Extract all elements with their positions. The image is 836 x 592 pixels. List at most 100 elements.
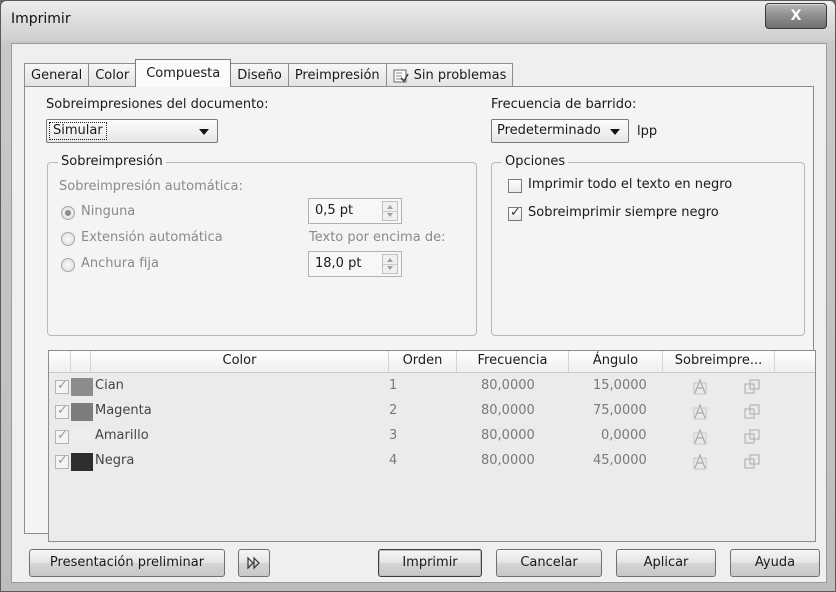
- preview-button[interactable]: Presentación preliminar: [29, 549, 225, 577]
- color-frequency: 80,0000: [481, 428, 535, 443]
- row-checkbox[interactable]: [55, 403, 69, 419]
- screen-frequency-unit: lpp: [637, 124, 658, 139]
- color-angle: 45,0000: [593, 453, 647, 468]
- color-swatch: [71, 428, 93, 446]
- radio-extension-automatica[interactable]: [61, 232, 75, 246]
- header-check-col: [49, 351, 71, 373]
- document-overprints-label: Sobreimpresiones del documento:: [46, 97, 269, 112]
- color-order: 2: [389, 403, 398, 418]
- apply-button[interactable]: Aplicar: [616, 549, 716, 577]
- screen-frequency-label: Frecuencia de barrido:: [491, 97, 637, 112]
- preview-button-label: Presentación preliminar: [49, 555, 205, 570]
- overprint-group-title: Sobreimpresión: [58, 154, 166, 169]
- tab-label: Preimpresión: [294, 67, 380, 83]
- tab-diseno[interactable]: Diseño: [230, 63, 289, 87]
- color-frequency: 80,0000: [481, 378, 535, 393]
- print-dialog: Imprimir X General Color Compuesta Diseñ…: [0, 0, 836, 592]
- close-button[interactable]: X: [765, 3, 827, 29]
- tab-label: Color: [95, 67, 130, 83]
- print-button-label: Imprimir: [402, 555, 458, 570]
- tab-label: Compuesta: [146, 65, 221, 81]
- color-angle: 0,0000: [601, 428, 647, 443]
- cancel-button-label: Cancelar: [520, 555, 578, 570]
- color-order: 4: [389, 453, 398, 468]
- spinner-arrows-icon[interactable]: [382, 201, 398, 221]
- document-overprints-value: Simular: [49, 122, 107, 140]
- print-all-text-black-checkbox[interactable]: [508, 179, 522, 193]
- color-frequency: 80,0000: [481, 403, 535, 418]
- row-checkbox[interactable]: [55, 378, 69, 394]
- cancel-button[interactable]: Cancelar: [496, 549, 602, 577]
- apply-button-label: Aplicar: [643, 555, 689, 570]
- overprint-outline-icon[interactable]: [743, 453, 761, 471]
- table-row[interactable]: Amarillo 3 80,0000 0,0000: [49, 425, 815, 450]
- help-button-label: Ayuda: [754, 555, 796, 570]
- header-frequency[interactable]: Frecuencia: [457, 351, 569, 373]
- table-row[interactable]: Magenta 2 80,0000 75,0000: [49, 400, 815, 425]
- color-table: Color Orden Frecuencia Ángulo Sobreimpre…: [48, 350, 816, 542]
- color-frequency: 80,0000: [481, 453, 535, 468]
- double-chevron-right-icon: [247, 556, 260, 570]
- row-checkbox[interactable]: [55, 453, 69, 469]
- auto-overprint-label: Sobreimpresión automática:: [59, 179, 243, 194]
- color-name: Amarillo: [95, 428, 149, 443]
- dialog-body: General Color Compuesta Diseño Preimpres…: [11, 43, 827, 583]
- header-order[interactable]: Orden: [389, 351, 457, 373]
- overprint-outline-icon[interactable]: [743, 403, 761, 421]
- color-swatch: [71, 378, 93, 396]
- width-spinner[interactable]: 0,5 pt: [308, 198, 402, 224]
- always-overprint-black-label: Sobreimprimir siempre negro: [528, 205, 719, 220]
- text-above-label: Texto por encima de:: [309, 230, 446, 245]
- screen-frequency-value: Predeterminado: [497, 123, 601, 138]
- tab-label: General: [31, 67, 83, 83]
- header-angle[interactable]: Ángulo: [569, 351, 663, 373]
- spinner-arrows-icon[interactable]: [382, 254, 398, 274]
- table-row[interactable]: Negra 4 80,0000 45,0000: [49, 450, 815, 475]
- tab-color[interactable]: Color: [88, 63, 137, 87]
- color-angle: 15,0000: [593, 378, 647, 393]
- text-above-spinner[interactable]: 18,0 pt: [308, 251, 402, 277]
- radio-anchura-label: Anchura fija: [81, 256, 159, 271]
- overprint-outline-icon[interactable]: [743, 378, 761, 396]
- document-overprints-select[interactable]: Simular: [46, 119, 218, 143]
- table-row[interactable]: Cian 1 80,0000 15,0000: [49, 375, 815, 400]
- preview-expand-button[interactable]: [238, 549, 270, 577]
- color-name: Magenta: [95, 403, 152, 418]
- checklist-icon: [393, 69, 409, 82]
- radio-ninguna[interactable]: [61, 206, 75, 220]
- tab-strip: General Color Compuesta Diseño Preimpres…: [24, 59, 514, 87]
- chevron-down-icon: [199, 129, 209, 135]
- color-order: 3: [389, 428, 398, 443]
- tab-compuesta[interactable]: Compuesta: [135, 59, 232, 87]
- chevron-down-icon: [610, 129, 620, 135]
- header-swatch-col: [71, 351, 91, 373]
- tab-general[interactable]: General: [24, 63, 90, 87]
- overprint-fill-icon[interactable]: [691, 428, 709, 446]
- tab-preimpresion[interactable]: Preimpresión: [287, 63, 387, 87]
- overprint-fill-icon[interactable]: [691, 403, 709, 421]
- title-bar: Imprimir X: [1, 1, 835, 41]
- options-group-title: Opciones: [502, 154, 569, 169]
- always-overprint-black-checkbox[interactable]: [508, 205, 522, 221]
- help-button[interactable]: Ayuda: [730, 549, 820, 577]
- radio-ninguna-label: Ninguna: [81, 204, 136, 219]
- overprint-fill-icon[interactable]: [691, 453, 709, 471]
- overprint-fill-icon[interactable]: [691, 378, 709, 396]
- color-name: Negra: [95, 453, 135, 468]
- screen-frequency-select[interactable]: Predeterminado: [491, 119, 629, 143]
- table-header: Color Orden Frecuencia Ángulo Sobreimpre…: [49, 351, 815, 373]
- color-swatch: [71, 453, 93, 471]
- text-above-spinner-value: 18,0 pt: [315, 256, 362, 271]
- radio-extension-label: Extensión automática: [81, 230, 223, 245]
- row-checkbox[interactable]: [55, 428, 69, 444]
- close-icon: X: [790, 8, 802, 24]
- tab-label: Diseño: [237, 67, 282, 83]
- tab-sin-problemas[interactable]: Sin problemas: [385, 63, 514, 87]
- color-name: Cian: [95, 378, 124, 393]
- color-order: 1: [389, 378, 398, 393]
- header-overprint[interactable]: Sobreimpre...: [663, 351, 775, 373]
- header-color[interactable]: Color: [91, 351, 389, 373]
- radio-anchura-fija[interactable]: [61, 258, 75, 272]
- overprint-outline-icon[interactable]: [743, 428, 761, 446]
- print-button[interactable]: Imprimir: [378, 549, 482, 577]
